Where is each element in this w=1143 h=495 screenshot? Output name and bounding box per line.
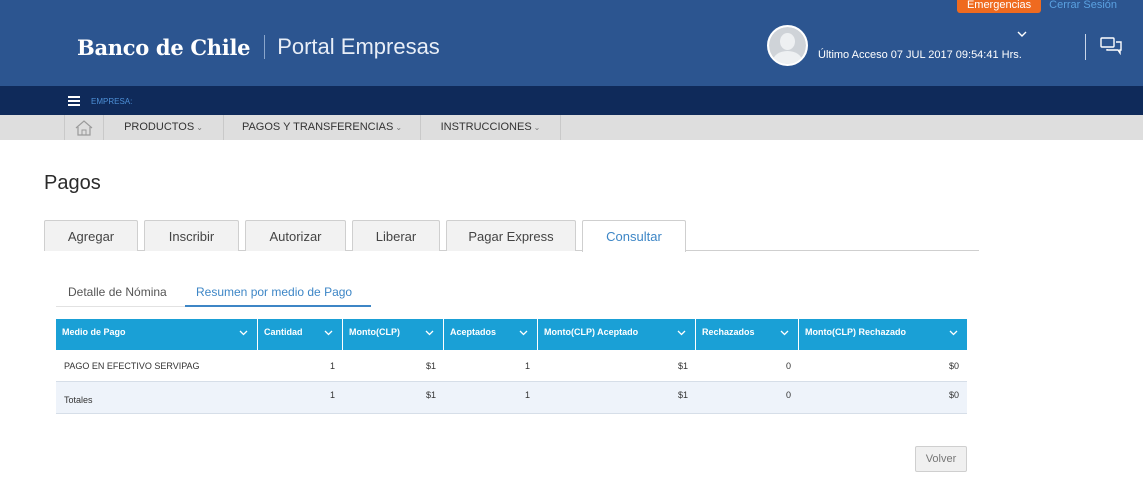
back-button[interactable]: Volver bbox=[915, 446, 967, 472]
table-cell: 1 bbox=[329, 390, 335, 400]
table-row: Totales 1 $1 1 $1 0 $0 bbox=[56, 382, 967, 414]
avatar[interactable] bbox=[767, 25, 808, 66]
chevron-down-icon bbox=[425, 328, 434, 338]
subtab-detalle-nomina[interactable]: Detalle de Nómina bbox=[68, 285, 167, 299]
table-cell: $1 bbox=[425, 361, 436, 371]
nav-productos[interactable]: PRODUCTOS ⌄ bbox=[104, 115, 224, 140]
top-links: Emergencias Cerrar Sesión bbox=[956, 0, 1143, 14]
tab-inscribir[interactable]: Inscribir bbox=[144, 220, 239, 251]
header-divider bbox=[1085, 34, 1086, 60]
tab-pagar-express[interactable]: Pagar Express bbox=[446, 220, 576, 251]
chevron-down-icon bbox=[949, 328, 958, 338]
table-cell: Totales bbox=[64, 395, 93, 405]
column-header[interactable]: Monto(CLP) bbox=[343, 319, 444, 350]
tab-agregar[interactable]: Agregar bbox=[44, 220, 138, 251]
logout-link[interactable]: Cerrar Sesión bbox=[1049, 0, 1117, 11]
nav-item-label: INSTRUCCIONES bbox=[440, 121, 532, 133]
menu-icon[interactable] bbox=[68, 96, 80, 106]
nav-item-label: PRODUCTOS bbox=[124, 121, 195, 133]
table-cell: $1 bbox=[425, 390, 436, 400]
chat-icon[interactable] bbox=[1100, 37, 1122, 56]
portal-name: Portal Empresas bbox=[277, 34, 440, 59]
chevron-down-icon bbox=[677, 328, 686, 338]
nav-bar: PRODUCTOS ⌄ PAGOS Y TRANSFERENCIAS ⌄ INSTR… bbox=[0, 115, 1143, 140]
last-access-text: Último Acceso 07 JUL 2017 09:54:41 Hrs. bbox=[818, 49, 1022, 61]
chevron-down-icon bbox=[780, 328, 789, 338]
table-cell: 0 bbox=[785, 361, 791, 371]
company-label: EMPRESA: bbox=[91, 97, 133, 106]
summary-table: Medio de Pago Cantidad Monto(CLP) Acepta… bbox=[56, 319, 967, 414]
table-cell: $0 bbox=[948, 361, 959, 371]
table-cell: $1 bbox=[677, 390, 688, 400]
subtab-resumen-medio-pago[interactable]: Resumen por medio de Pago bbox=[196, 285, 352, 299]
tab-autorizar[interactable]: Autorizar bbox=[245, 220, 346, 251]
table-cell: PAGO EN EFECTIVO SERVIPAG bbox=[64, 361, 200, 371]
nav-item-label: PAGOS Y TRANSFERENCIAS bbox=[241, 121, 394, 133]
tab-liberar[interactable]: Liberar bbox=[352, 220, 440, 251]
brand-divider bbox=[264, 35, 266, 59]
nav-pagos-transferencias[interactable]: PAGOS Y TRANSFERENCIAS ⌄ bbox=[224, 115, 421, 140]
table-row: PAGO EN EFECTIVO SERVIPAG 1 $1 1 $1 0 $0 bbox=[56, 350, 967, 382]
user-icon bbox=[769, 27, 806, 64]
table-cell: 1 bbox=[524, 361, 530, 371]
column-header[interactable]: Rechazados bbox=[696, 319, 799, 350]
table-cell: 0 bbox=[785, 390, 791, 400]
column-header[interactable]: Monto(CLP) Aceptado bbox=[538, 319, 696, 350]
chevron-down-icon: ⌄ bbox=[395, 123, 403, 132]
chevron-down-icon: ⌄ bbox=[533, 123, 541, 132]
table-cell: 1 bbox=[524, 390, 530, 400]
table-cell: 1 bbox=[329, 361, 335, 371]
bank-logo: Banco de Chile bbox=[77, 34, 251, 60]
home-icon[interactable] bbox=[64, 115, 104, 140]
header: Emergencias Cerrar Sesión Banco de Chile… bbox=[0, 0, 1143, 86]
page-title: Pagos bbox=[44, 172, 101, 194]
column-header[interactable]: Monto(CLP) Rechazado bbox=[799, 319, 967, 350]
chevron-down-icon bbox=[519, 328, 528, 338]
column-header[interactable]: Medio de Pago bbox=[56, 319, 258, 350]
nav-instrucciones[interactable]: INSTRUCCIONES ⌄ bbox=[421, 115, 561, 140]
emergency-button[interactable]: Emergencias bbox=[956, 0, 1042, 13]
column-header[interactable]: Cantidad bbox=[258, 319, 343, 350]
table-header: Medio de Pago Cantidad Monto(CLP) Acepta… bbox=[56, 319, 967, 350]
user-menu-chevron-icon[interactable] bbox=[1017, 30, 1027, 41]
tab-consultar[interactable]: Consultar bbox=[582, 220, 686, 252]
brand[interactable]: Banco de Chile Portal Empresas bbox=[77, 34, 440, 60]
company-bar: EMPRESA: bbox=[0, 86, 1143, 115]
table-cell: $1 bbox=[677, 361, 688, 371]
subtab-active-indicator bbox=[185, 305, 371, 307]
table-cell: $0 bbox=[948, 390, 959, 400]
chevron-down-icon bbox=[239, 328, 248, 338]
column-header[interactable]: Aceptados bbox=[444, 319, 538, 350]
chevron-down-icon: ⌄ bbox=[196, 123, 203, 132]
chevron-down-icon bbox=[324, 328, 333, 338]
